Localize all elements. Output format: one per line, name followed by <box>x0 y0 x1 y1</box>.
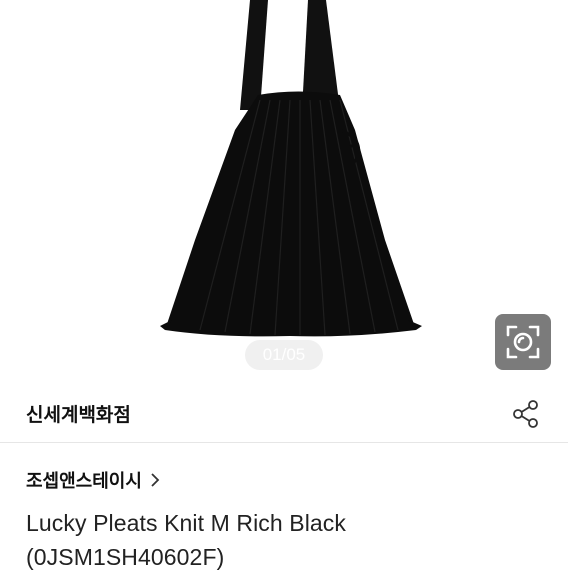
page-indicator: 01/05 <box>245 340 323 370</box>
store-link[interactable]: 조셉앤스테이시 <box>26 466 160 494</box>
image-search-button[interactable] <box>495 314 551 370</box>
product-title: Lucky Pleats Knit M Rich Black (0JSM1SH4… <box>26 510 347 570</box>
share-icon <box>513 400 538 428</box>
chevron-right-icon <box>150 472 160 488</box>
camera-lens-search-icon <box>506 325 540 359</box>
share-button[interactable] <box>510 398 542 430</box>
product-image-gallery[interactable]: 01/05 <box>0 0 568 380</box>
brand-row: 신세계백화점 <box>0 386 568 443</box>
store-name: 조셉앤스테이시 <box>26 471 142 492</box>
brand-name[interactable]: 신세계백화점 <box>26 400 131 427</box>
product-image[interactable] <box>140 0 430 340</box>
